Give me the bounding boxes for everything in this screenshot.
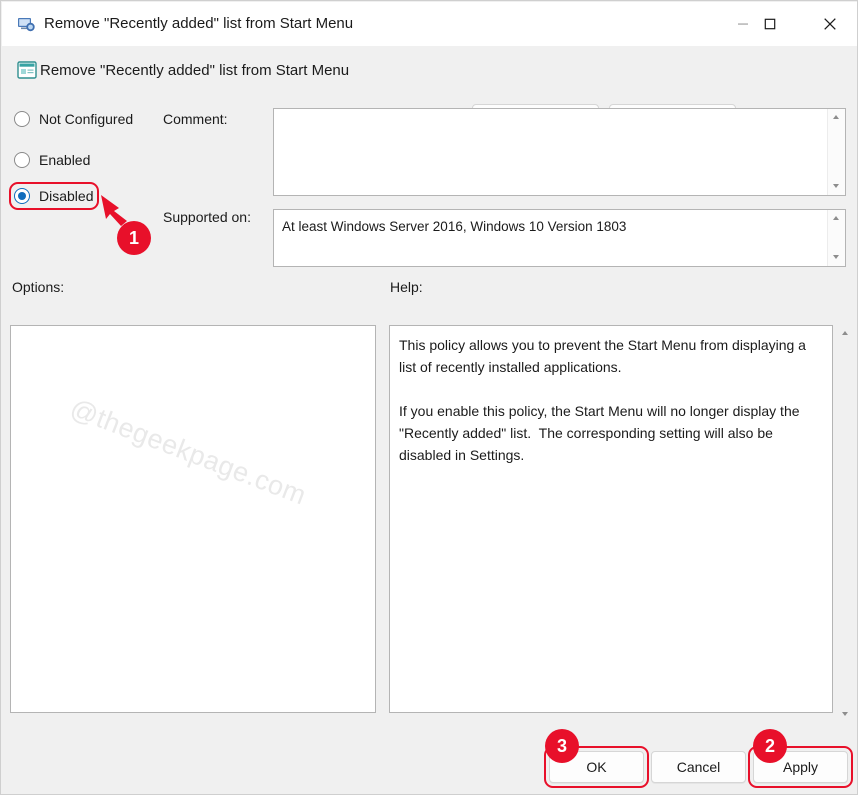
close-button[interactable] (807, 3, 853, 45)
options-label: Options: (12, 279, 64, 295)
setting-header: Remove "Recently added" list from Start … (2, 46, 858, 100)
comment-label: Comment: (163, 111, 228, 127)
maximize-button[interactable] (747, 3, 793, 45)
scroll-up-icon[interactable] (828, 109, 845, 126)
title-bar: Remove "Recently added" list from Start … (2, 2, 858, 46)
group-policy-setting-dialog: Remove "Recently added" list from Start … (0, 0, 858, 795)
maximize-icon (764, 18, 776, 30)
annotation-arrow-icon (97, 191, 145, 239)
scroll-up-icon[interactable] (828, 210, 845, 227)
supported-on-scrollbar[interactable] (827, 210, 845, 266)
supported-on-value: At least Windows Server 2016, Windows 10… (282, 216, 823, 237)
radio-enabled-indicator[interactable] (14, 152, 30, 168)
supported-on-textbox[interactable]: At least Windows Server 2016, Windows 10… (273, 209, 846, 267)
window-title: Remove "Recently added" list from Start … (44, 14, 353, 34)
radio-not-configured-indicator[interactable] (14, 111, 30, 127)
ok-button[interactable]: OK (549, 751, 644, 783)
help-scrollbar[interactable] (837, 325, 854, 723)
setting-title: Remove "Recently added" list from Start … (40, 61, 349, 81)
comment-scrollbar[interactable] (827, 109, 845, 195)
scroll-up-icon[interactable] (837, 325, 854, 342)
radio-disabled-label: Disabled (39, 188, 93, 204)
apply-button[interactable]: Apply (753, 751, 848, 783)
radio-not-configured-label: Not Configured (39, 111, 133, 127)
policy-document-icon (16, 59, 38, 81)
policy-setting-icon (16, 14, 36, 34)
scroll-down-icon[interactable] (837, 706, 854, 723)
scroll-down-icon[interactable] (828, 249, 845, 266)
close-icon (824, 18, 837, 31)
supported-on-label: Supported on: (163, 209, 251, 225)
comment-textbox[interactable] (273, 108, 846, 196)
options-panel[interactable] (10, 325, 376, 713)
annotation-step-1: 1 (117, 221, 151, 255)
scroll-down-icon[interactable] (828, 178, 845, 195)
radio-disabled-indicator[interactable] (14, 188, 30, 204)
radio-disabled[interactable]: Disabled (14, 185, 93, 207)
radio-enabled[interactable]: Enabled (14, 149, 90, 171)
help-label: Help: (390, 279, 423, 295)
help-panel[interactable]: This policy allows you to prevent the St… (389, 325, 833, 713)
radio-enabled-label: Enabled (39, 152, 90, 168)
radio-not-configured[interactable]: Not Configured (14, 108, 133, 130)
help-text: This policy allows you to prevent the St… (399, 334, 820, 466)
cancel-button[interactable]: Cancel (651, 751, 746, 783)
